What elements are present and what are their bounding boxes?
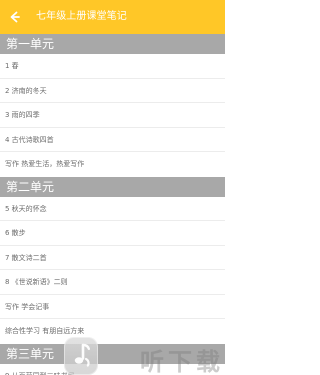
content-list: 第一单元 1 春 2 济南的冬天 3 雨的四季 4 古代诗歌四首 写作 热爱生活… xyxy=(0,34,225,375)
page-title: 七年级上册课堂笔记 xyxy=(36,11,127,22)
list-item-2-5[interactable]: 写作 学会记事 xyxy=(0,294,225,319)
section-3: 第三单元 9 从百草园到三味书屋 xyxy=(0,343,225,375)
section-1: 第一单元 1 春 2 济南的冬天 3 雨的四季 4 古代诗歌四首 写作 热爱生活… xyxy=(0,34,225,177)
list-item-2-4[interactable]: 8 《世说新语》二则 xyxy=(0,270,225,295)
section-header-3: 第三单元 xyxy=(0,343,225,364)
list-item-1-4[interactable]: 4 古代诗歌四首 xyxy=(0,127,225,152)
section-2: 第二单元 5 秋天的怀念 6 散步 7 散文诗二首 8 《世说新语》二则 写作 … xyxy=(0,176,225,344)
back-button[interactable] xyxy=(0,0,28,34)
list-item-2-6[interactable]: 综合性学习 有朋自远方来 xyxy=(0,319,225,344)
section-header-2: 第二单元 xyxy=(0,176,225,197)
list-item-1-1[interactable]: 1 春 xyxy=(0,54,225,79)
list-item-2-1[interactable]: 5 秋天的怀念 xyxy=(0,196,225,221)
list-item-1-3[interactable]: 3 雨的四季 xyxy=(0,103,225,128)
back-arrow-icon xyxy=(10,11,20,23)
list-item-2-2[interactable]: 6 散步 xyxy=(0,221,225,246)
list-item-2-3[interactable]: 7 散文诗二首 xyxy=(0,245,225,270)
section-header-1: 第一单元 xyxy=(0,34,225,54)
top-bar: 七年级上册课堂笔记 xyxy=(0,0,225,34)
list-item-3-1[interactable]: 9 从百草园到三味书屋 xyxy=(0,363,225,375)
list-item-1-2[interactable]: 2 济南的冬天 xyxy=(0,78,225,103)
list-item-1-5[interactable]: 写作 热爱生活，热爱写作 xyxy=(0,152,225,177)
app-screen: 七年级上册课堂笔记 第一单元 1 春 2 济南的冬天 3 雨的四季 4 古代诗歌… xyxy=(0,0,225,375)
